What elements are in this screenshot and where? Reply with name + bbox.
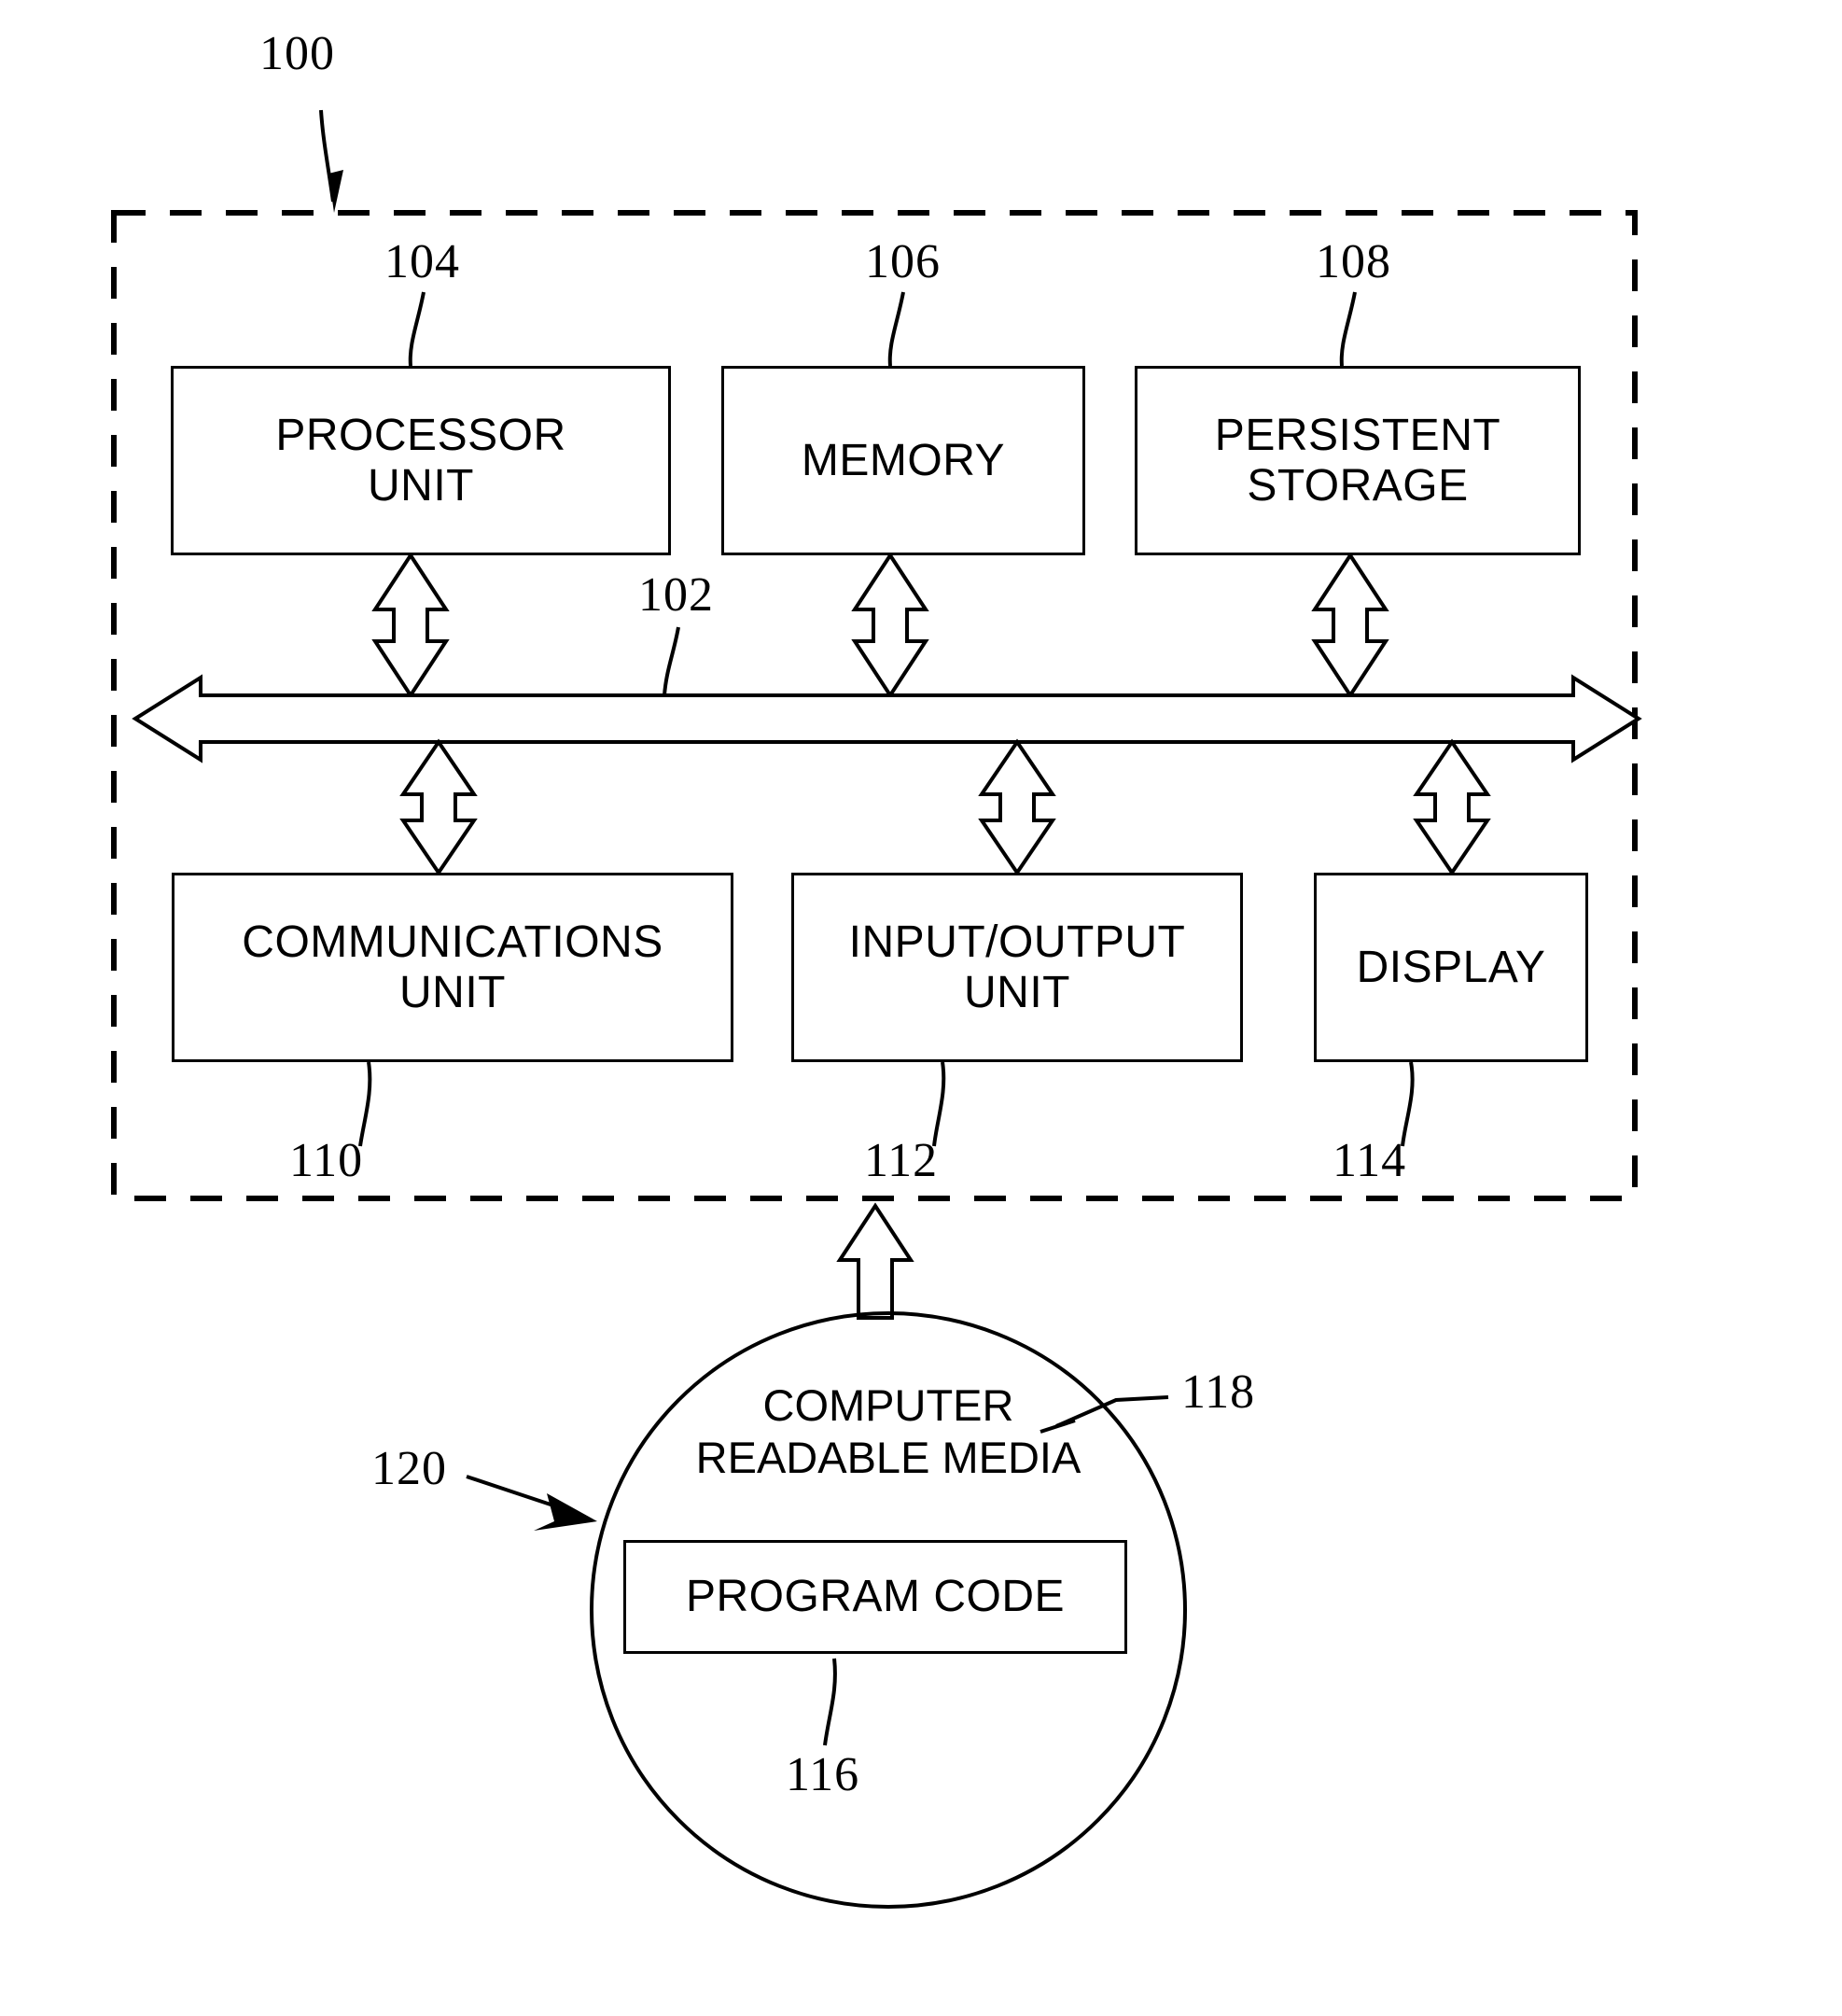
arrow-bus-to-communications-unit <box>399 738 478 876</box>
leader-line-104 <box>408 291 426 367</box>
block-persistent-storage[interactable]: PERSISTENT STORAGE <box>1135 366 1581 555</box>
arrow-persistent-storage-to-bus <box>1311 552 1389 699</box>
block-memory-label: MEMORY <box>801 435 1006 485</box>
leader-line-106 <box>887 291 905 367</box>
block-input-output-unit[interactable]: INPUT/OUTPUT UNIT <box>791 873 1243 1062</box>
block-communications-unit-label: COMMUNICATIONS UNIT <box>242 917 663 1017</box>
block-processor-unit-label: PROCESSOR UNIT <box>275 410 566 511</box>
block-program-code-label: PROGRAM CODE <box>685 1572 1066 1622</box>
arrow-media-to-system <box>836 1202 914 1320</box>
ref-numeral-memory: 106 <box>865 235 941 288</box>
ref-numeral-system: 100 <box>259 27 335 80</box>
ref-numeral-computer-readable-media: 118 <box>1181 1365 1256 1419</box>
ref-numeral-input-output-unit: 112 <box>864 1134 939 1187</box>
block-display-label: DISPLAY <box>1356 942 1546 992</box>
block-persistent-storage-label: PERSISTENT STORAGE <box>1214 410 1501 511</box>
leader-line-102 <box>663 626 680 696</box>
computer-readable-media-label: COMPUTER READABLE MEDIA <box>695 1380 1081 1483</box>
ref-numeral-program-code: 116 <box>786 1748 860 1801</box>
ref-numeral-display: 114 <box>1333 1134 1407 1187</box>
block-communications-unit[interactable]: COMMUNICATIONS UNIT <box>172 873 733 1062</box>
ref-numeral-computer-program-product: 120 <box>371 1442 447 1495</box>
block-memory[interactable]: MEMORY <box>721 366 1085 555</box>
ref-numeral-bus: 102 <box>638 568 714 622</box>
arrow-memory-to-bus <box>851 552 929 699</box>
ref-numeral-communications-unit: 110 <box>289 1134 364 1187</box>
ref-numeral-persistent-storage: 108 <box>1316 235 1391 288</box>
leader-line-108 <box>1339 291 1357 367</box>
block-program-code[interactable]: PROGRAM CODE <box>623 1540 1127 1654</box>
arrow-bus-to-display <box>1413 738 1491 876</box>
leader-line-116 <box>823 1658 837 1746</box>
arrow-processor-to-bus <box>371 552 450 699</box>
leader-arrowhead-120 <box>534 1493 597 1531</box>
arrow-bus-to-input-output-unit <box>978 738 1056 876</box>
ref-numeral-processor-unit: 104 <box>384 235 460 288</box>
patent-figure: 100 104 106 108 102 110 112 114 118 120 … <box>0 0 1842 2016</box>
block-processor-unit[interactable]: PROCESSOR UNIT <box>171 366 671 555</box>
block-input-output-unit-label: INPUT/OUTPUT UNIT <box>848 917 1186 1017</box>
block-display[interactable]: DISPLAY <box>1314 873 1588 1062</box>
